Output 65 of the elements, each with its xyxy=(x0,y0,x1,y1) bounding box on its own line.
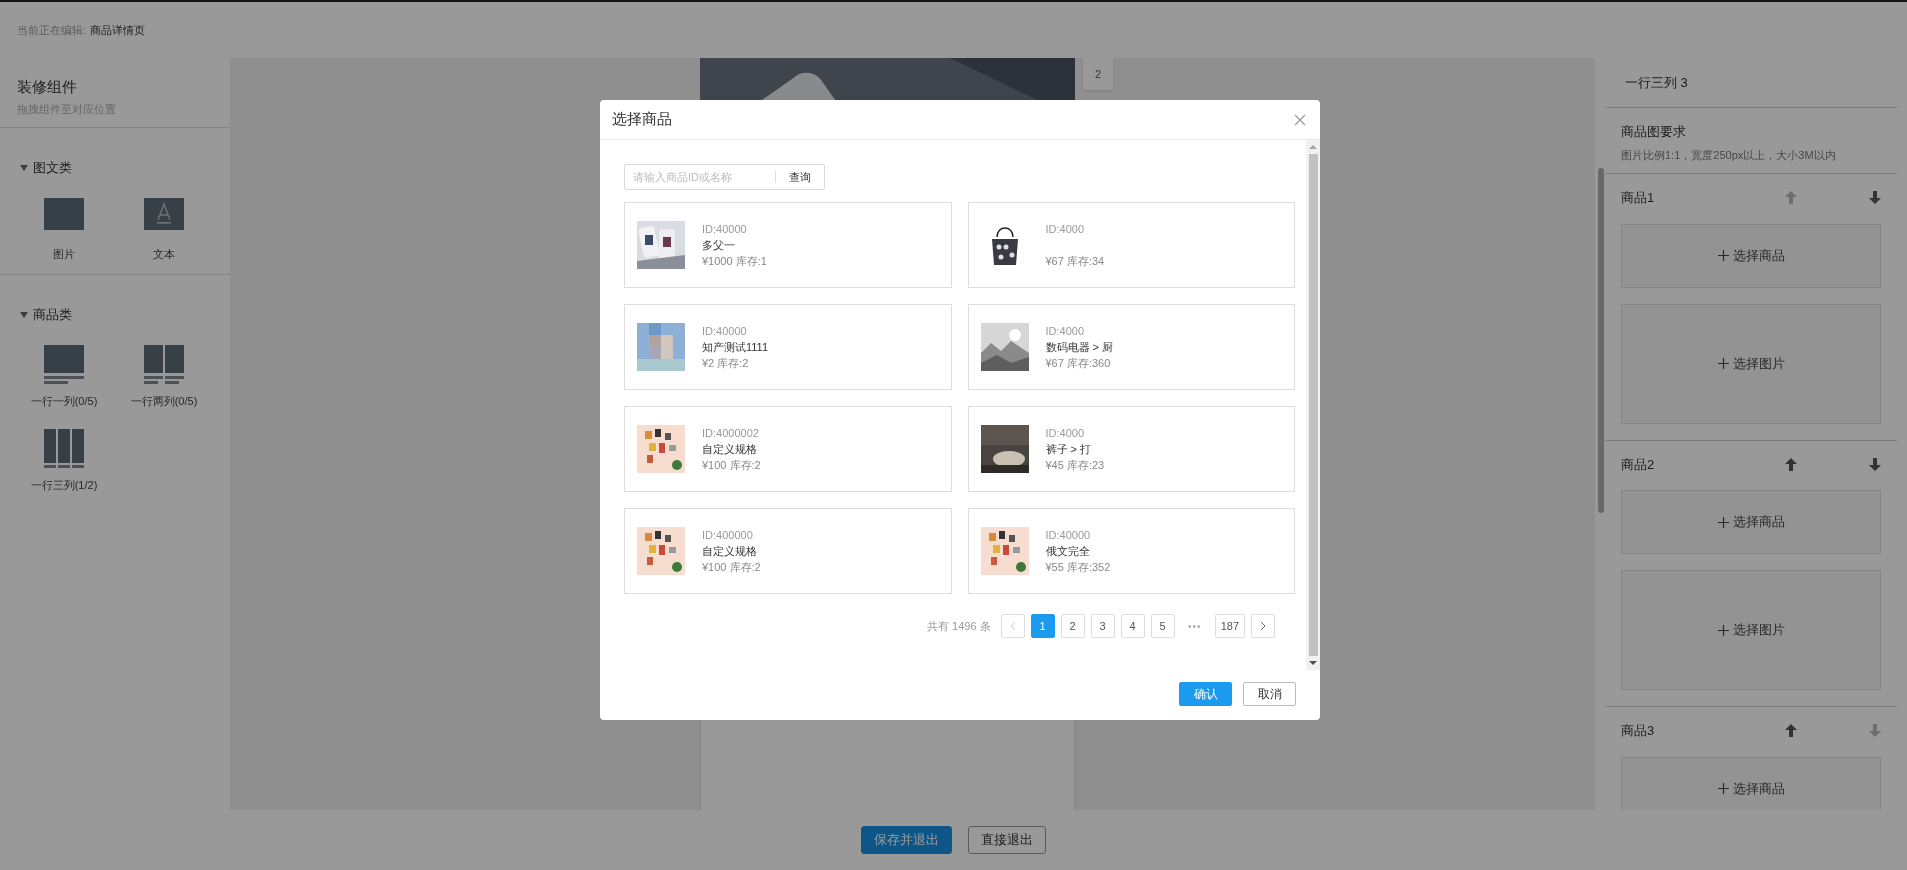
down-arrow-icon[interactable] xyxy=(1869,457,1881,471)
chevron-right-icon xyxy=(1260,621,1266,631)
page-button[interactable]: 2 xyxy=(1060,614,1085,638)
group-title[interactable]: 商品类 xyxy=(33,305,72,325)
requirement-text: 图片比例1:1，宽度250px以上，大小3M以内 xyxy=(1621,147,1837,163)
plus-icon xyxy=(1717,783,1729,794)
cancel-button[interactable]: 取消 xyxy=(1243,682,1296,706)
select-product-button[interactable]: 选择商品 xyxy=(1621,756,1881,810)
plus-icon xyxy=(1717,250,1729,261)
up-arrow-icon[interactable] xyxy=(1785,724,1797,738)
product-id: ID:4000 xyxy=(1045,426,1086,441)
total-count: 共有 1496 条 xyxy=(927,618,991,634)
pagination-ellipsis: ••• xyxy=(1186,619,1203,634)
component-label[interactable]: 文本 xyxy=(153,245,175,262)
panel-title: 一行三列 3 xyxy=(1625,73,1688,92)
page-tab[interactable]: 2 xyxy=(1083,58,1113,90)
group-title[interactable]: 图文类 xyxy=(33,158,72,178)
product-name: 自定义规格 xyxy=(702,544,758,559)
scroll-up-icon[interactable] xyxy=(1309,144,1317,150)
product-slot-title: 商品2 xyxy=(1621,455,1656,474)
plus-icon xyxy=(1717,624,1729,636)
component-label[interactable]: 图片 xyxy=(53,245,75,262)
price-stock: ¥55 库存:352 xyxy=(1045,560,1111,575)
product-id: ID:40000 xyxy=(1045,528,1092,543)
component-label[interactable]: 一行三列(1/2) xyxy=(30,477,98,494)
product-slot-title: 商品1 xyxy=(1621,189,1656,207)
page-button[interactable]: 5 xyxy=(1150,614,1175,638)
price-stock: ¥45 库存:23 xyxy=(1045,458,1105,473)
plus-icon xyxy=(1717,516,1729,528)
up-arrow-icon[interactable] xyxy=(1785,457,1797,471)
component-label[interactable]: 一行两列(0/5) xyxy=(130,392,198,409)
caret-icon[interactable] xyxy=(20,311,28,318)
price-stock: ¥100 库存:2 xyxy=(702,458,761,473)
page-button[interactable]: 3 xyxy=(1090,614,1115,638)
requirement-title: 商品图要求 xyxy=(1621,123,1687,141)
page-button[interactable]: 4 xyxy=(1120,614,1145,638)
product-name: 裤子 > 打 xyxy=(1045,442,1093,457)
product-slot-title: 商品3 xyxy=(1621,722,1656,740)
page-button[interactable]: 187 xyxy=(1214,614,1245,638)
product-card[interactable]: ID:4000002 自定义规格 ¥100 库存:2 xyxy=(624,406,952,492)
product-id: ID:4000002 xyxy=(702,426,760,441)
product-id: ID:400000 xyxy=(702,528,754,543)
select-product-button[interactable]: 选择商品 xyxy=(1621,490,1881,554)
caret-icon[interactable] xyxy=(20,164,28,171)
scrollbar[interactable] xyxy=(1306,140,1320,670)
plus-icon xyxy=(1717,358,1729,369)
page-name: 商品详情页 xyxy=(90,22,146,38)
product-card[interactable]: ID:4000 裤子 > 打 ¥45 库存:23 xyxy=(967,406,1295,492)
scrollbar-thumb[interactable] xyxy=(1308,154,1318,656)
down-arrow-icon[interactable] xyxy=(1869,191,1881,205)
modal-title: 选择商品 xyxy=(612,109,672,130)
chevron-left-icon xyxy=(1009,621,1016,631)
product-card[interactable]: ID:40000 俄文完全 ¥55 库存:352 xyxy=(967,508,1295,594)
sidebar-title: 装修组件 xyxy=(17,77,78,97)
product-name: 自定义规格 xyxy=(702,442,758,457)
select-image-button[interactable]: 选择图片 xyxy=(1621,570,1881,690)
exit-button[interactable]: 直接退出 xyxy=(968,826,1046,854)
scroll-down-icon[interactable] xyxy=(1309,660,1317,666)
price-stock: ¥100 库存:2 xyxy=(702,560,761,575)
component-label[interactable]: 一行一列(0/5) xyxy=(30,392,98,409)
select-product-button[interactable]: 选择商品 xyxy=(1621,223,1881,288)
select-image-button[interactable]: 选择图片 xyxy=(1621,303,1881,424)
close-icon[interactable] xyxy=(1294,113,1306,126)
product-card[interactable]: ID:400000 自定义规格 ¥100 库存:2 xyxy=(624,508,952,594)
product-name: 俄文完全 xyxy=(1045,544,1091,559)
